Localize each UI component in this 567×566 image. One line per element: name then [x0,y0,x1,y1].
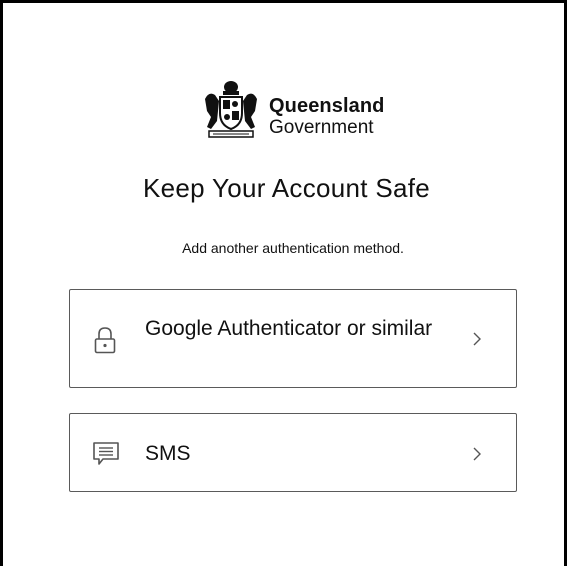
google-authenticator-label: Google Authenticator or similar [145,317,433,340]
sms-label: SMS [145,442,191,465]
chevron-right-icon [473,332,481,346]
google-authenticator-option[interactable]: Google Authenticator or similar [69,289,517,388]
message-icon [93,442,119,465]
page-title: Keep Your Account Safe [142,173,431,203]
logo-text-queensland: Queensland [269,95,385,117]
chevron-right-icon [473,447,481,461]
queensland-government-logo: Queensland Government [199,77,399,147]
page-subtitle: Add another authentication method. [182,240,404,256]
lock-icon [94,327,116,354]
coat-of-arms-icon [205,81,257,138]
sms-option[interactable]: SMS [69,413,517,492]
page-frame: Queensland Government Keep Your Account … [0,0,567,566]
logo-text-government: Government [269,117,374,138]
